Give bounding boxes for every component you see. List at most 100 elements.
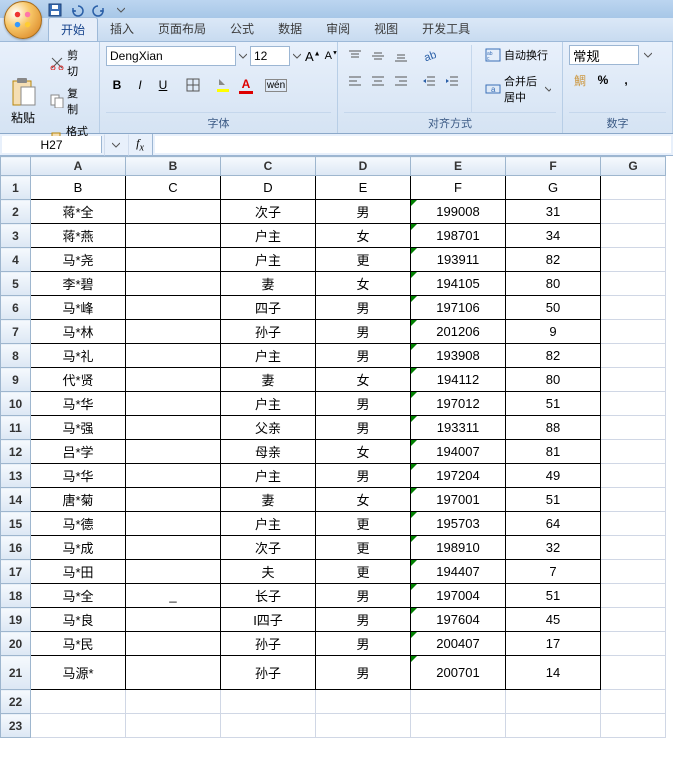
cell[interactable]: 197012 bbox=[411, 392, 506, 416]
cell[interactable]: 197604 bbox=[411, 608, 506, 632]
cell[interactable]: D bbox=[221, 176, 316, 200]
row-header[interactable]: 22 bbox=[1, 690, 31, 714]
font-name-select[interactable] bbox=[106, 46, 236, 66]
cell[interactable]: 马源* bbox=[31, 656, 126, 690]
cell[interactable] bbox=[601, 440, 666, 464]
increase-indent-button[interactable] bbox=[441, 70, 463, 92]
cell[interactable] bbox=[126, 714, 221, 738]
cell[interactable] bbox=[506, 690, 601, 714]
phonetic-button[interactable]: wén bbox=[265, 74, 287, 96]
percent-button[interactable]: % bbox=[592, 69, 614, 91]
row-header[interactable]: 16 bbox=[1, 536, 31, 560]
cell[interactable] bbox=[601, 416, 666, 440]
border-button[interactable] bbox=[182, 74, 204, 96]
cell[interactable] bbox=[601, 560, 666, 584]
fill-color-button[interactable] bbox=[212, 74, 234, 96]
cell[interactable]: 32 bbox=[506, 536, 601, 560]
cell[interactable]: 马*良 bbox=[31, 608, 126, 632]
cell[interactable]: 199008 bbox=[411, 200, 506, 224]
cell[interactable] bbox=[601, 584, 666, 608]
cell[interactable] bbox=[126, 488, 221, 512]
col-header-E[interactable]: E bbox=[411, 157, 506, 176]
cell[interactable] bbox=[601, 392, 666, 416]
office-button[interactable] bbox=[4, 1, 42, 39]
cell[interactable]: 户主 bbox=[221, 344, 316, 368]
cell[interactable]: 64 bbox=[506, 512, 601, 536]
cell[interactable]: 17 bbox=[506, 632, 601, 656]
row-header[interactable]: 14 bbox=[1, 488, 31, 512]
row-header[interactable]: 18 bbox=[1, 584, 31, 608]
cell[interactable]: _ bbox=[126, 584, 221, 608]
row-header[interactable]: 3 bbox=[1, 224, 31, 248]
cell[interactable] bbox=[601, 296, 666, 320]
cell[interactable]: 更 bbox=[316, 536, 411, 560]
cell[interactable]: 51 bbox=[506, 488, 601, 512]
font-size-dropdown[interactable] bbox=[292, 45, 302, 67]
cell[interactable] bbox=[126, 656, 221, 690]
row-header[interactable]: 23 bbox=[1, 714, 31, 738]
cell[interactable]: 妻 bbox=[221, 488, 316, 512]
cell[interactable]: 男 bbox=[316, 608, 411, 632]
cell[interactable]: 51 bbox=[506, 584, 601, 608]
cell[interactable] bbox=[126, 560, 221, 584]
comma-button[interactable]: , bbox=[615, 69, 637, 91]
number-format-select[interactable] bbox=[569, 45, 639, 65]
row-header[interactable]: 20 bbox=[1, 632, 31, 656]
cell[interactable] bbox=[506, 714, 601, 738]
cell[interactable]: 198701 bbox=[411, 224, 506, 248]
cell[interactable]: 马*全 bbox=[31, 584, 126, 608]
cell[interactable]: 80 bbox=[506, 368, 601, 392]
cell[interactable]: 女 bbox=[316, 224, 411, 248]
cell[interactable]: 88 bbox=[506, 416, 601, 440]
col-header-C[interactable]: C bbox=[221, 157, 316, 176]
cell[interactable] bbox=[411, 690, 506, 714]
cell[interactable]: 男 bbox=[316, 416, 411, 440]
cell[interactable]: I四子 bbox=[221, 608, 316, 632]
currency-button[interactable]: 鯛 bbox=[569, 69, 591, 91]
row-header[interactable]: 15 bbox=[1, 512, 31, 536]
cell[interactable] bbox=[126, 296, 221, 320]
grow-font-button[interactable]: A▲ bbox=[304, 45, 322, 67]
cell[interactable]: 孙子 bbox=[221, 656, 316, 690]
cell[interactable]: 31 bbox=[506, 200, 601, 224]
cell[interactable]: 次子 bbox=[221, 200, 316, 224]
cell[interactable]: 孙子 bbox=[221, 632, 316, 656]
cell[interactable]: 男 bbox=[316, 344, 411, 368]
cell[interactable]: 妻 bbox=[221, 368, 316, 392]
cell[interactable] bbox=[601, 176, 666, 200]
select-all-corner[interactable] bbox=[1, 157, 31, 176]
cell[interactable]: 马*成 bbox=[31, 536, 126, 560]
cell[interactable] bbox=[601, 224, 666, 248]
cell[interactable] bbox=[601, 690, 666, 714]
tab-layout[interactable]: 页面布局 bbox=[146, 17, 218, 41]
row-header[interactable]: 7 bbox=[1, 320, 31, 344]
italic-button[interactable]: I bbox=[129, 74, 151, 96]
align-center-button[interactable] bbox=[367, 70, 389, 92]
cell[interactable]: 193908 bbox=[411, 344, 506, 368]
orientation-button[interactable]: ab bbox=[418, 45, 440, 67]
cell[interactable]: 妻 bbox=[221, 272, 316, 296]
cell[interactable]: 女 bbox=[316, 368, 411, 392]
cell[interactable]: 户主 bbox=[221, 392, 316, 416]
row-header[interactable]: 12 bbox=[1, 440, 31, 464]
cell[interactable]: 夫 bbox=[221, 560, 316, 584]
cell[interactable] bbox=[126, 690, 221, 714]
cell[interactable]: G bbox=[506, 176, 601, 200]
cell[interactable] bbox=[601, 344, 666, 368]
align-top-button[interactable] bbox=[344, 45, 366, 67]
row-header[interactable]: 10 bbox=[1, 392, 31, 416]
cell[interactable] bbox=[601, 714, 666, 738]
align-bottom-button[interactable] bbox=[390, 45, 412, 67]
cell[interactable] bbox=[601, 632, 666, 656]
merge-center-button[interactable]: a合并后居中 bbox=[480, 71, 556, 107]
cell[interactable]: 李*碧 bbox=[31, 272, 126, 296]
cell[interactable]: 蒋*燕 bbox=[31, 224, 126, 248]
cell[interactable]: 更 bbox=[316, 560, 411, 584]
cell[interactable] bbox=[316, 714, 411, 738]
cell[interactable] bbox=[126, 464, 221, 488]
cell[interactable]: 户主 bbox=[221, 512, 316, 536]
cell[interactable] bbox=[31, 714, 126, 738]
row-header[interactable]: 9 bbox=[1, 368, 31, 392]
cell[interactable] bbox=[126, 368, 221, 392]
tab-review[interactable]: 审阅 bbox=[314, 17, 362, 41]
